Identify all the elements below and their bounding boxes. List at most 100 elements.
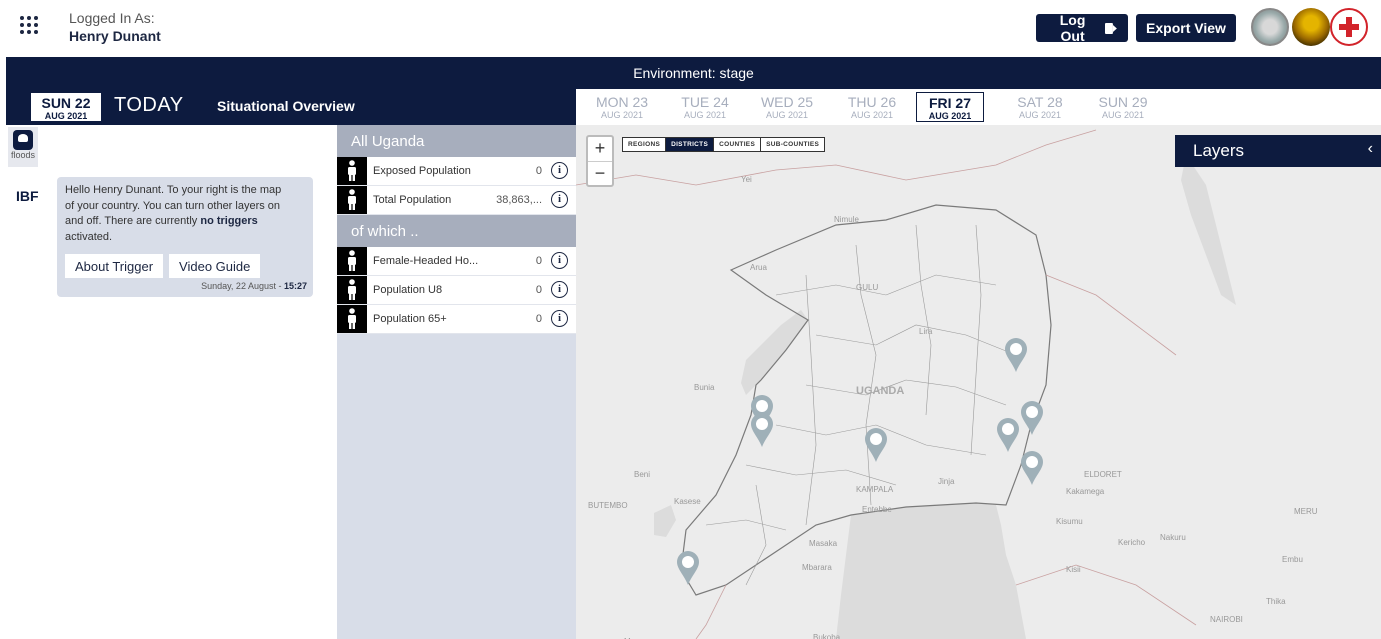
aggregates-panel: All Uganda Exposed Population 0 i Total Pop… <box>337 125 576 639</box>
timeline-day-label: SUN 29 <box>1098 94 1148 110</box>
timeline-day-label: MON 23 <box>595 94 649 110</box>
map-place-label: Kisumu <box>1056 517 1083 526</box>
chat-buttons: About Trigger Video Guide <box>65 254 261 278</box>
timeline-day[interactable]: WED 25 AUG 2021 <box>753 92 821 122</box>
floods-icon <box>13 130 33 150</box>
map-place-label: ELDORET <box>1084 470 1122 479</box>
logout-label: Log Out <box>1059 12 1086 44</box>
aggregate-label: Female-Headed Ho... <box>373 255 479 267</box>
disaster-type-floods-button[interactable]: floods <box>8 127 38 167</box>
admin-level-button[interactable]: DISTRICTS <box>666 138 715 151</box>
chat-time: 15:27 <box>283 281 307 291</box>
ministry-seal-logo <box>1251 8 1289 46</box>
timeline-day[interactable]: FRI 27 AUG 2021 <box>916 92 984 122</box>
aggregates-sub-list: Female-Headed Ho... 0 i Population U8 0 i Popu… <box>337 247 576 334</box>
timeline-month-label: AUG 2021 <box>600 110 644 120</box>
admin-level-button[interactable]: REGIONS <box>623 138 667 151</box>
chat-text-bold: no triggers <box>200 215 258 227</box>
timeline-day[interactable]: MON 23 AUG 2021 <box>588 92 656 122</box>
about-trigger-button[interactable]: About Trigger <box>65 254 164 278</box>
map-place-label: MERU <box>1294 507 1318 516</box>
map-place-label: KAMPALA <box>856 485 894 494</box>
aggregate-value: 0 <box>535 284 542 296</box>
today-label: TODAY <box>114 94 184 116</box>
timeline-day-label: THU 26 <box>847 94 897 110</box>
exposed-population-icon <box>337 157 367 185</box>
info-icon[interactable]: i <box>551 281 568 298</box>
aggregates-subheader: of which .. <box>337 215 576 247</box>
aggregate-value: 0 <box>535 165 542 177</box>
video-guide-button[interactable]: Video Guide <box>169 254 261 278</box>
map-place-label: Beni <box>634 470 651 479</box>
map-place-label: Mbarara <box>802 563 832 572</box>
aggregate-row: Exposed Population 0 i <box>337 157 576 186</box>
aggregate-row: Population U8 0 i <box>337 276 576 305</box>
timeline-day-label: FRI 27 <box>928 95 971 111</box>
aggregate-row: Female-Headed Ho... 0 i <box>337 247 576 276</box>
date-bar: SUN 22 AUG 2021 TODAY Situational Overvi… <box>6 89 1381 125</box>
timeline-month-label: AUG 2021 <box>683 110 727 120</box>
apps-grid-icon[interactable] <box>20 16 38 34</box>
admin-level-button[interactable]: COUNTIES <box>714 138 762 151</box>
today-day: SUN 22 <box>41 95 91 111</box>
chat-date: Sunday, 22 August - <box>201 281 284 291</box>
total-population-icon <box>337 186 367 214</box>
map-place-label: Lira <box>919 327 933 336</box>
map-place-label: Kericho <box>1118 538 1146 547</box>
timeline-month-label: AUG 2021 <box>850 110 894 120</box>
timeline-day-label: SAT 28 <box>1017 94 1063 110</box>
export-view-button[interactable]: Export View <box>1136 14 1236 42</box>
aggregate-value: 0 <box>535 313 542 325</box>
uganda-coat-of-arms-logo <box>1292 8 1330 46</box>
map-place-label: Bukoba <box>813 633 841 639</box>
map-place-label: Masaka <box>809 539 838 548</box>
map-place-label: Bunia <box>694 383 715 392</box>
info-icon[interactable]: i <box>551 252 568 269</box>
aggregates-main-list: Exposed Population 0 i Total Population 38,8… <box>337 157 576 215</box>
aggregates-header: All Uganda <box>337 125 576 157</box>
map-place-label: Jinja <box>938 477 955 486</box>
info-icon[interactable]: i <box>551 191 568 208</box>
aggregate-label: Exposed Population <box>373 165 471 177</box>
aggregate-label: Total Population <box>373 194 452 206</box>
timeline-day[interactable]: SAT 28 AUG 2021 <box>1006 92 1074 122</box>
map-place-label: BUTEMBO <box>588 501 628 510</box>
map[interactable]: + − REGIONS DISTRICTS COUNTIES SUB-COUNTIES… <box>576 125 1381 639</box>
timeline-day-label: TUE 24 <box>681 94 729 110</box>
map-place-label: GULU <box>856 283 879 292</box>
info-icon[interactable]: i <box>551 310 568 327</box>
timeline-day[interactable]: TUE 24 AUG 2021 <box>671 92 739 122</box>
user-name: Henry Dunant <box>69 28 161 44</box>
logout-button[interactable]: Log Out <box>1036 12 1128 44</box>
logout-icon <box>1105 22 1118 34</box>
chat-timestamp: Sunday, 22 August - 15:27 <box>201 281 307 291</box>
map-place-label: NAIROBI <box>1210 615 1243 624</box>
today-date-box: SUN 22 AUG 2021 <box>30 92 102 122</box>
logged-in-label: Logged In As: <box>69 10 155 26</box>
admin-level-button[interactable]: SUB-COUNTIES <box>761 138 824 151</box>
population-65-icon <box>337 305 367 333</box>
admin-level-switcher: REGIONS DISTRICTS COUNTIES SUB-COUNTIES <box>622 137 826 152</box>
aggregate-value: 0 <box>535 255 542 267</box>
zoom-in-button[interactable]: + <box>588 137 612 161</box>
zoom-out-button[interactable]: − <box>588 161 612 185</box>
chevron-left-icon[interactable]: ‹ <box>1368 140 1373 158</box>
timeline-month-label: AUG 2021 <box>1018 110 1062 120</box>
timeline-month-label: AUG 2021 <box>1101 110 1145 120</box>
population-u8-icon <box>337 276 367 304</box>
map-place-label: Thika <box>1266 597 1286 606</box>
timeline: MON 23 AUG 2021 TUE 24 AUG 2021 WED 25 AUG 20… <box>576 89 1381 125</box>
zoom-control: + − <box>586 135 614 187</box>
timeline-day[interactable]: THU 26 AUG 2021 <box>838 92 906 122</box>
map-place-label: Nimule <box>834 215 859 224</box>
timeline-month-label: AUG 2021 <box>765 110 809 120</box>
timeline-day[interactable]: SUN 29 AUG 2021 <box>1089 92 1157 122</box>
map-boundaries <box>576 129 1236 639</box>
today-month: AUG 2021 <box>44 111 88 121</box>
red-cross-logo <box>1330 8 1368 46</box>
map-place-label: Kasese <box>674 497 701 506</box>
aggregate-value: 38,863,... <box>496 194 542 206</box>
layers-panel[interactable]: Layers ‹ <box>1175 135 1381 167</box>
map-place-label: Entebbe <box>862 505 892 514</box>
info-icon[interactable]: i <box>551 162 568 179</box>
